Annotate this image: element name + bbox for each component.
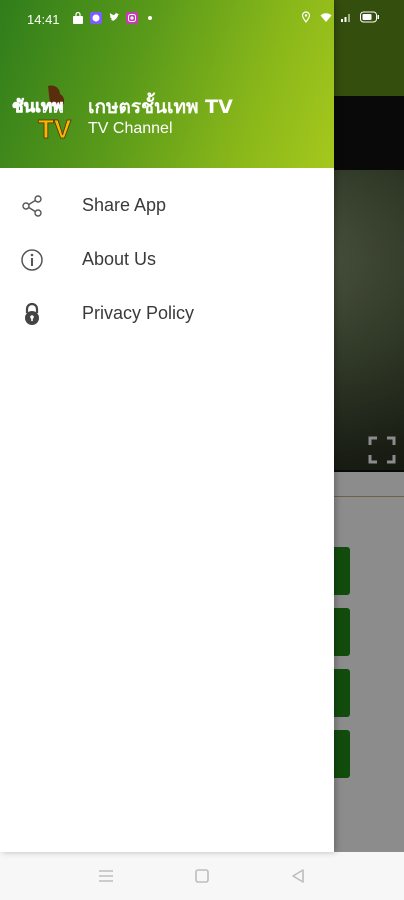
bag-icon [73,12,83,24]
system-navigation-bar [0,852,404,900]
drawer-menu: Share App About Us Privacy Policy [0,180,334,342]
signal-icon [341,14,350,22]
dot-icon [148,16,152,20]
location-icon [301,11,311,23]
instagram-icon [126,12,138,24]
menu-icon[interactable] [96,866,116,886]
drawer-title: เกษตรชั้นเทพ TV [88,96,233,118]
status-time: 14:41 [27,12,60,27]
info-icon [21,249,43,271]
menu-label-about-us: About Us [82,249,157,269]
lock-icon [25,302,39,325]
wifi-icon [320,13,332,22]
drawer-subtitle: TV Channel [88,120,173,137]
share-icon [22,195,42,217]
status-bar: 14:41 [0,0,404,40]
back-triangle-icon[interactable] [288,866,308,886]
navigation-drawer: ชันเทพ TV เกษตรชั้นเทพ TV TV Channel Sha… [0,0,334,852]
svg-text:TV: TV [38,114,72,142]
messenger-icon [90,12,102,24]
channel-logo: ชันเทพ TV [12,85,72,142]
menu-item-privacy-policy[interactable]: Privacy Policy [0,288,334,342]
menu-item-about-us[interactable]: About Us [0,234,334,288]
home-square-icon[interactable] [192,866,212,886]
battery-icon [360,11,379,23]
menu-label-share-app: Share App [82,195,167,215]
system-icons [300,11,380,23]
menu-label-privacy-policy: Privacy Policy [82,303,195,323]
menu-item-share-app[interactable]: Share App [0,180,334,234]
notification-icons [72,12,156,24]
twitter-icon [109,13,120,22]
